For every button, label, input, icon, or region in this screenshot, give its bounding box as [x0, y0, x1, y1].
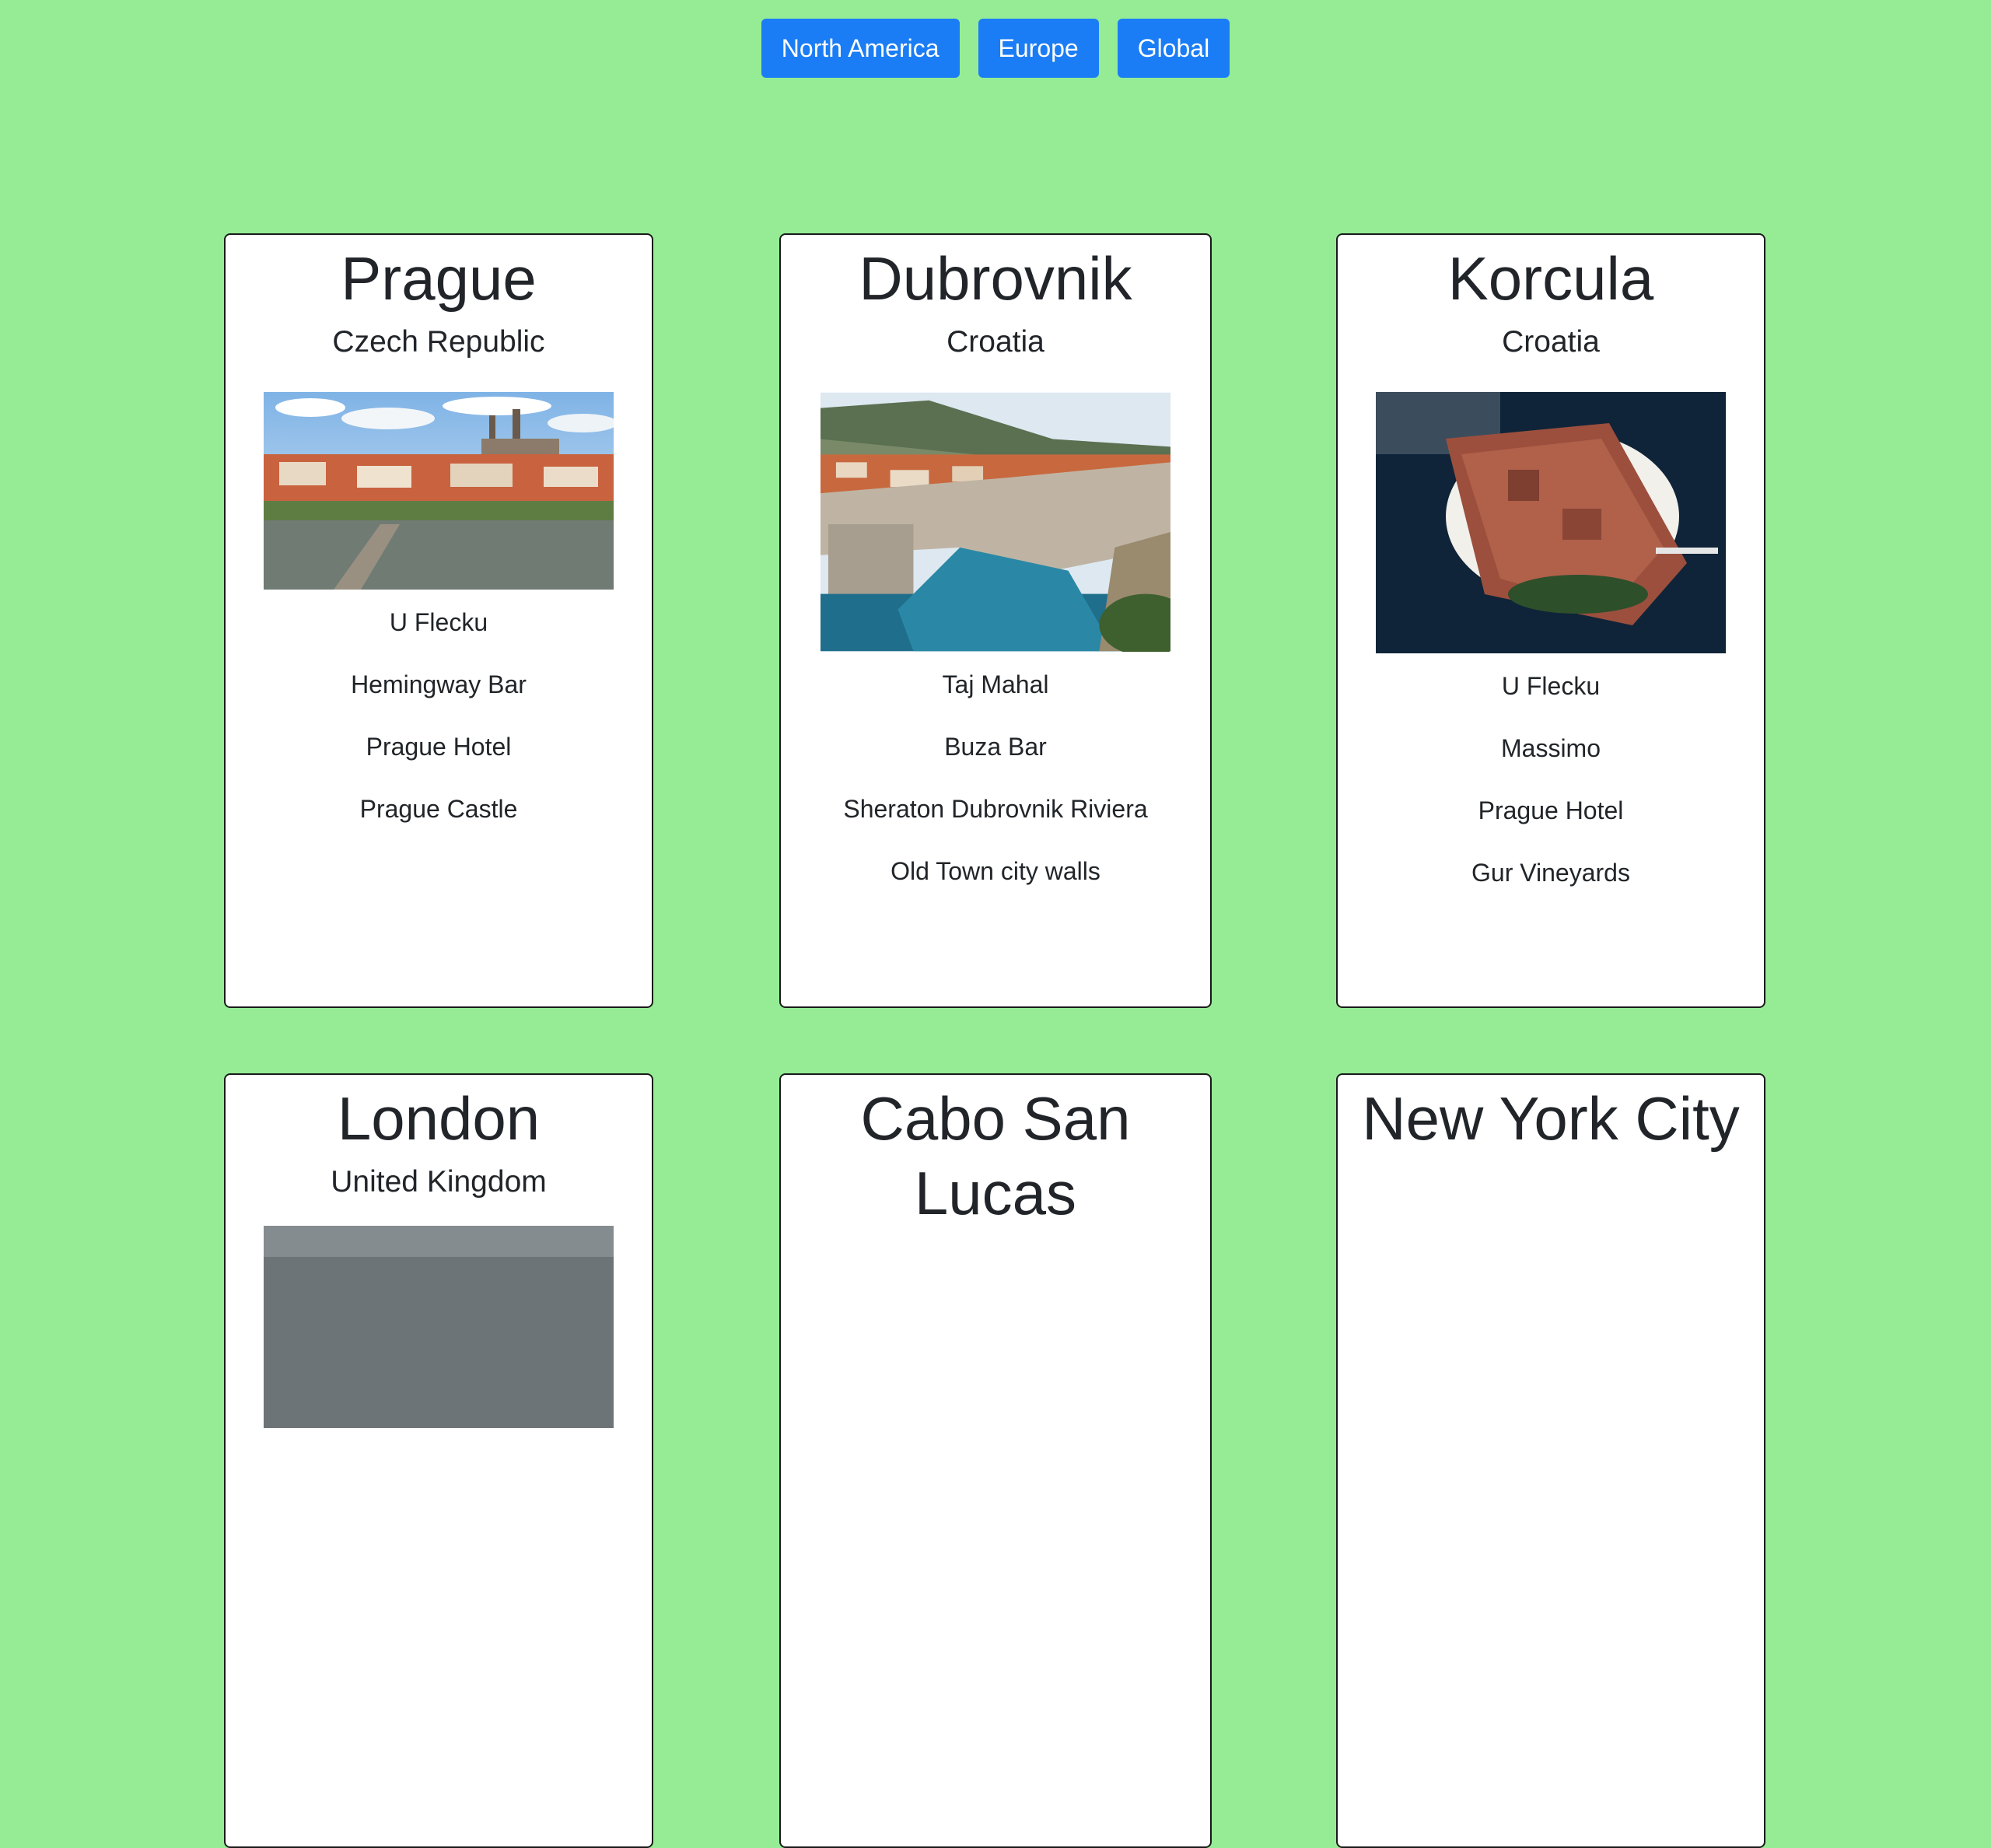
city-name: New York City: [1362, 1084, 1740, 1153]
place-item: Gur Vineyards: [1471, 859, 1630, 887]
place-item: Buza Bar: [944, 733, 1047, 761]
place-item: Prague Castle: [359, 795, 518, 823]
city-name: Dubrovnik: [859, 244, 1132, 313]
city-photo: [1376, 392, 1726, 653]
place-item: U Flecku: [1501, 672, 1601, 700]
city-photo: [264, 392, 614, 590]
city-name: Prague: [341, 244, 537, 313]
city-photo: [264, 1226, 614, 1428]
north-america-button[interactable]: North America: [761, 19, 960, 78]
place-item: U Flecku: [389, 608, 488, 636]
place-item: Taj Mahal: [942, 670, 1049, 698]
europe-button[interactable]: Europe: [978, 19, 1099, 78]
place-item: Hemingway Bar: [351, 670, 527, 698]
places-list: U Flecku Massimo Prague Hotel Gur Vineya…: [1338, 670, 1764, 888]
country-name: Croatia: [947, 325, 1044, 359]
global-button[interactable]: Global: [1117, 19, 1230, 78]
place-item: Old Town city walls: [891, 857, 1100, 885]
city-name: Cabo San Lucas: [860, 1084, 1131, 1227]
place-item: Massimo: [1500, 734, 1601, 762]
place-item: Prague Hotel: [1478, 796, 1624, 824]
destination-card-korcula: Korcula Croatia U Flecku Massimo Prague …: [1336, 233, 1765, 1008]
city-photo: [821, 392, 1170, 652]
destination-card-dubrovnik: Dubrovnik Croatia Taj Mahal Buza Bar She…: [779, 233, 1212, 1008]
destination-card-new-york-city: New York City: [1336, 1073, 1765, 1848]
place-item: Prague Hotel: [366, 733, 512, 761]
places-list: Taj Mahal Buza Bar Sheraton Dubrovnik Ri…: [781, 669, 1210, 887]
places-list: U Flecku Hemingway Bar Prague Hotel Prag…: [226, 607, 652, 824]
city-name: London: [337, 1084, 541, 1153]
destination-card-cabo-san-lucas: Cabo San Lucas: [779, 1073, 1212, 1848]
region-filter-bar: North America Europe Global: [0, 19, 1991, 78]
country-name: United Kingdom: [331, 1165, 547, 1199]
destination-card-prague: Prague Czech Republic U Flecku Hemingway…: [224, 233, 653, 1008]
country-name: Czech Republic: [332, 325, 545, 359]
city-name: Korcula: [1447, 244, 1654, 313]
place-item: Sheraton Dubrovnik Riviera: [843, 795, 1148, 823]
destination-card-london: London United Kingdom: [224, 1073, 653, 1848]
country-name: Croatia: [1502, 325, 1600, 359]
